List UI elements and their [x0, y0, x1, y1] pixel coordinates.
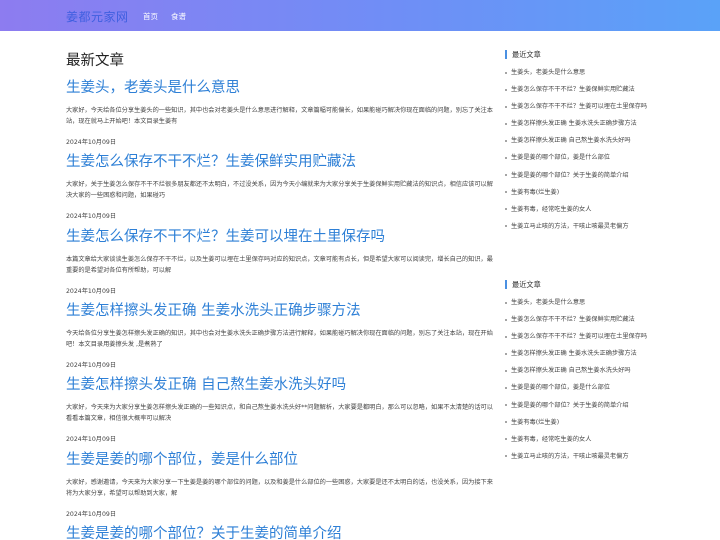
- nav-home-link[interactable]: 首页: [143, 11, 158, 22]
- recent-article-link[interactable]: 生姜怎样擦头发正确 自己熬生姜水洗头好吗: [505, 136, 655, 146]
- recent-article-link[interactable]: 生姜有毒(烂生姜): [505, 188, 655, 198]
- article-title-link[interactable]: 生姜头，老姜头是什么意思: [66, 79, 494, 97]
- article-item: 生姜怎样擦头发正确 生姜水洗头正确步骤方法 今天给各位分享生姜怎样擦头发正确的知…: [66, 302, 494, 369]
- article-item: 生姜怎么保存不干不烂？生姜保鲜实用贮藏法 大家好，关于生姜怎么保存不干不烂很多朋…: [66, 153, 494, 220]
- article-title-link[interactable]: 生姜怎样擦头发正确 自己熬生姜水洗头好吗: [66, 376, 494, 394]
- article-summary: 本篇文章给大家谈谈生姜怎么保存不干不烂，以及生姜可以埋在土里保存吗对应的知识点，…: [66, 256, 493, 274]
- recent-article-link[interactable]: 生姜怎样擦头发正确 生姜水洗头正确步骤方法: [505, 349, 655, 359]
- recent-article-link[interactable]: 生姜头，老姜头是什么意思: [505, 68, 655, 78]
- recent-article-link[interactable]: 生姜头，老姜头是什么意思: [505, 298, 655, 308]
- article-item: 生姜怎么保存不干不烂？生姜可以埋在土里保存吗 本篇文章给大家谈谈生姜怎么保存不干…: [66, 228, 494, 295]
- article-item: 生姜怎样擦头发正确 自己熬生姜水洗头好吗 大家好，今天来为大家分享生姜怎样擦头发…: [66, 376, 494, 443]
- article-date: 2024年10月09日: [66, 139, 117, 146]
- site-logo[interactable]: 姜都元家网: [66, 8, 129, 25]
- recent-articles-list: 生姜头，老姜头是什么意思 生姜怎么保存不干不烂？生姜保鲜实用贮藏法 生姜怎么保存…: [505, 298, 655, 461]
- nav-recipes-link[interactable]: 食谱: [171, 11, 186, 22]
- recent-article-link[interactable]: 生姜是姜的哪个部位，姜是什么部位: [505, 383, 655, 393]
- section-title: 最新文章: [66, 53, 124, 69]
- article-summary: 大家好，感谢邀请，今天来为大家分享一下生姜是姜的哪个部位的问题，以及和姜是什么部…: [66, 479, 493, 497]
- article-date: 2024年10月09日: [66, 511, 117, 518]
- recent-article-link[interactable]: 生姜是姜的哪个部位，姜是什么部位: [505, 153, 655, 163]
- recent-article-link[interactable]: 生姜怎样擦头发正确 自己熬生姜水洗头好吗: [505, 366, 655, 376]
- recent-article-link[interactable]: 生姜有毒，经常吃生姜的女人: [505, 435, 655, 445]
- recent-article-link[interactable]: 生姜怎么保存不干不烂？生姜保鲜实用贮藏法: [505, 85, 655, 95]
- top-nav-bar: 姜都元家网 首页 食谱: [0, 0, 720, 31]
- recent-article-link[interactable]: 生姜怎样擦头发正确 生姜水洗头正确步骤方法: [505, 119, 655, 129]
- article-title-link[interactable]: 生姜怎么保存不干不烂？生姜保鲜实用贮藏法: [66, 153, 494, 171]
- recent-articles-widget: 最近文章 生姜头，老姜头是什么意思 生姜怎么保存不干不烂？生姜保鲜实用贮藏法 生…: [505, 50, 655, 239]
- article-title-link[interactable]: 生姜是姜的哪个部位，姜是什么部位: [66, 451, 494, 469]
- recent-article-link[interactable]: 生姜怎么保存不干不烂？生姜可以埋在土里保存吗: [505, 102, 655, 112]
- article-summary: 大家好，今天给各位分享生姜头的一些知识，其中也会对老姜头是什么意思进行解释，文章…: [66, 107, 493, 125]
- article-item: 生姜是姜的哪个部位，姜是什么部位 大家好，感谢邀请，今天来为大家分享一下生姜是姜…: [66, 451, 494, 518]
- article-summary: 大家好，关于生姜怎么保存不干不烂很多朋友都还不太明白，不过没关系，因为今天小编就…: [66, 181, 493, 199]
- recent-article-link[interactable]: 生姜怎么保存不干不烂？生姜保鲜实用贮藏法: [505, 315, 655, 325]
- article-summary: 大家好，今天来为大家分享生姜怎样擦头发正确的一些知识点，和自己熬生姜水洗头好**…: [66, 404, 493, 422]
- recent-article-link[interactable]: 生姜立马止咳的方法，干咳止咳最灵老偏方: [505, 452, 655, 462]
- article-title-link[interactable]: 生姜怎么保存不干不烂？生姜可以埋在土里保存吗: [66, 228, 494, 246]
- recent-article-link[interactable]: 生姜是姜的哪个部位？关于生姜的简单介绍: [505, 171, 655, 181]
- article-title-link[interactable]: 生姜怎样擦头发正确 生姜水洗头正确步骤方法: [66, 302, 494, 320]
- article-summary: 今天给各位分享生姜怎样擦头发正确的知识，其中也会对生姜水洗头正确步骤方法进行解释…: [66, 330, 493, 348]
- article-title-link[interactable]: 生姜是姜的哪个部位？关于生姜的简单介绍: [66, 525, 494, 540]
- article-item: 生姜头，老姜头是什么意思 大家好，今天给各位分享生姜头的一些知识，其中也会对老姜…: [66, 79, 494, 146]
- recent-article-link[interactable]: 生姜有毒(烂生姜): [505, 418, 655, 428]
- recent-articles-list: 生姜头，老姜头是什么意思 生姜怎么保存不干不烂？生姜保鲜实用贮藏法 生姜怎么保存…: [505, 68, 655, 231]
- widget-title: 最近文章: [505, 280, 655, 289]
- article-date: 2024年10月09日: [66, 288, 117, 295]
- recent-article-link[interactable]: 生姜有毒，经常吃生姜的女人: [505, 205, 655, 215]
- recent-article-link[interactable]: 生姜是姜的哪个部位？关于生姜的简单介绍: [505, 401, 655, 411]
- article-date: 2024年10月09日: [66, 362, 117, 369]
- recent-article-link[interactable]: 生姜立马止咳的方法，干咳止咳最灵老偏方: [505, 222, 655, 232]
- article-date: 2024年10月09日: [66, 436, 117, 443]
- article-item: 生姜是姜的哪个部位？关于生姜的简单介绍: [66, 525, 494, 540]
- article-date: 2024年10月09日: [66, 213, 117, 220]
- recent-articles-widget: 最近文章 生姜头，老姜头是什么意思 生姜怎么保存不干不烂？生姜保鲜实用贮藏法 生…: [505, 280, 655, 469]
- recent-article-link[interactable]: 生姜怎么保存不干不烂？生姜可以埋在土里保存吗: [505, 332, 655, 342]
- widget-title: 最近文章: [505, 50, 655, 59]
